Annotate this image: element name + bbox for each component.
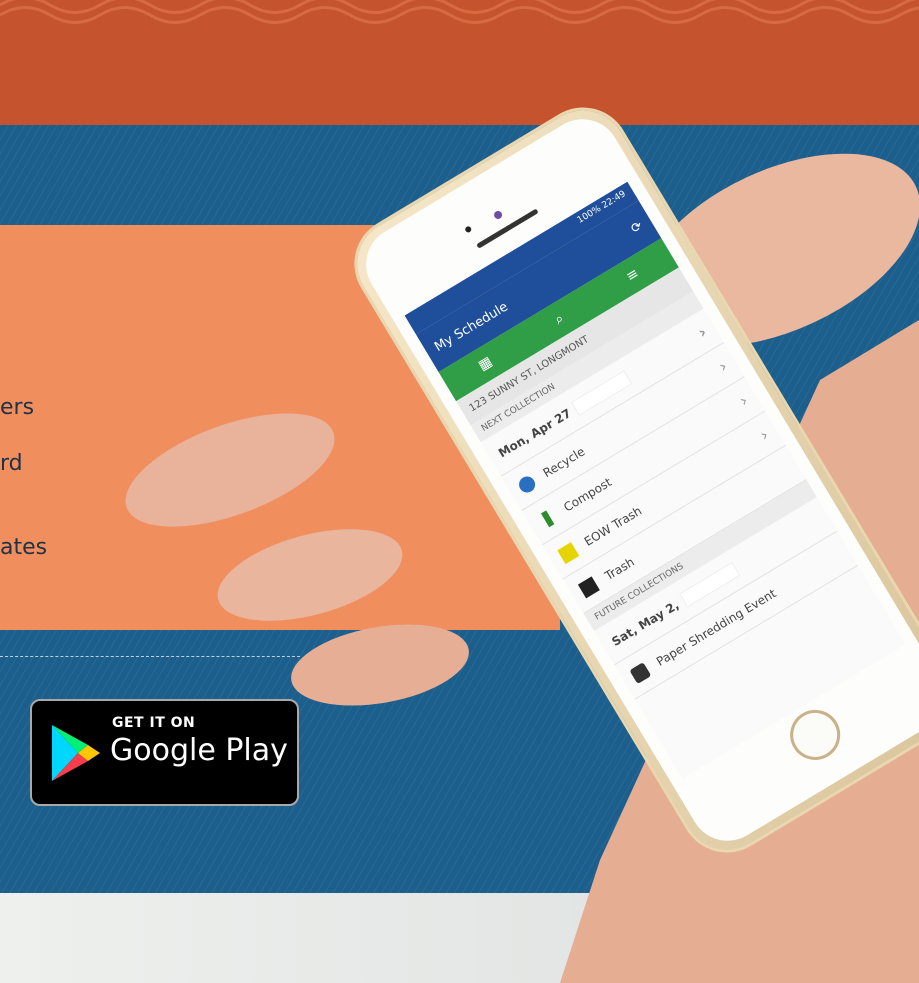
get-it-on-label: GET IT ON bbox=[112, 715, 196, 731]
eow-trash-icon bbox=[557, 541, 579, 564]
chevron-right-icon: › bbox=[715, 356, 731, 377]
recycle-icon bbox=[515, 473, 538, 496]
item-label: Trash bbox=[602, 554, 637, 583]
google-play-icon bbox=[52, 725, 100, 781]
menu-icon[interactable]: ≡ bbox=[623, 265, 641, 285]
divider bbox=[0, 656, 300, 657]
compost-icon bbox=[540, 509, 555, 527]
top-banner bbox=[0, 0, 919, 125]
feature-text-3: ates bbox=[0, 535, 48, 560]
chevron-right-icon: › bbox=[694, 322, 710, 342]
shredder-icon bbox=[629, 661, 652, 684]
google-play-label: Google Play bbox=[110, 733, 288, 768]
wave-pattern bbox=[0, 0, 919, 24]
google-play-button[interactable]: GET IT ON Google Play bbox=[30, 699, 299, 806]
search-icon[interactable]: ⌕ bbox=[552, 310, 567, 328]
sensor-dot bbox=[464, 225, 473, 234]
chevron-right-icon: › bbox=[756, 425, 772, 445]
camera bbox=[492, 209, 504, 221]
chevron-right-icon: › bbox=[735, 390, 752, 411]
refresh-icon[interactable]: ⟳ bbox=[628, 218, 645, 236]
trash-icon bbox=[577, 575, 600, 598]
feature-text-2: rd bbox=[0, 451, 23, 476]
feature-text-1: ers bbox=[0, 395, 35, 420]
calendar-icon[interactable]: ▦ bbox=[476, 353, 496, 374]
bottom-strip bbox=[0, 893, 919, 983]
